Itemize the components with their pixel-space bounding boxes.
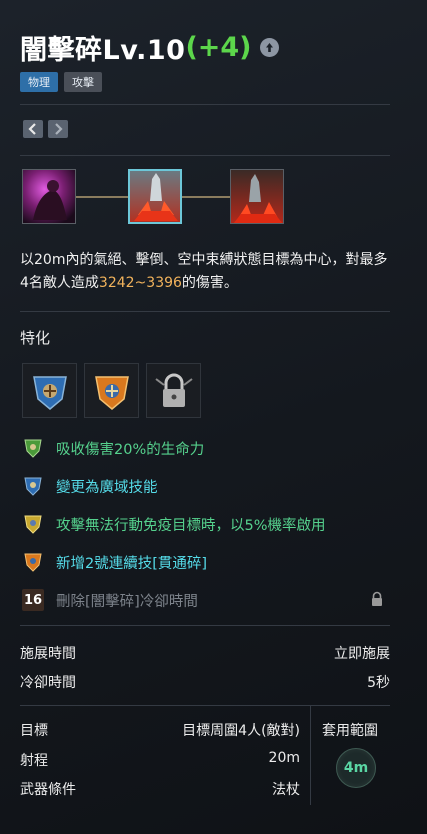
skill-chain [22,169,286,225]
cooldown-row: 冷卻時間 5秒 [20,672,390,692]
skill-tooltip-panel: 闇擊碎Lv.10 (+4) 物理 攻擊 以20m內的氣絕、擊倒、空中束縛狀態目標… [0,0,427,834]
area-range-badge: 4m [336,748,376,788]
next-arrow-button[interactable] [48,120,68,138]
blue-shield-icon [24,477,42,496]
divider [20,705,390,706]
spec-effect-item: 變更為廣域技能 [22,475,392,497]
tag-attack: 攻擊 [64,72,102,92]
upgrade-arrow-icon[interactable] [259,38,279,57]
cooldown-value: 5秒 [367,675,390,691]
skill-icon-dark-smash[interactable] [128,169,182,224]
lock-icon [372,591,382,606]
spec-effect-item: 吸收傷害20%的生命力 [22,437,392,459]
target-row: 目標 目標周圍4人(敵對) [20,720,300,740]
divider [20,625,390,626]
range-row: 射程 20m [20,750,300,770]
chevron-left-icon [28,123,36,135]
orange-shield-icon [24,553,42,572]
spec-effect-text: 新增2號連續技[貫通碎] [56,555,208,572]
range-value: 20m [268,750,300,766]
divider [20,155,390,156]
blue-shield-spec-icon[interactable] [22,363,77,418]
spec-effect-text: 攻擊無法行動免疫目標時，以5%機率啟用 [56,517,326,534]
divider [20,311,390,312]
cast-time-value: 立即施展 [334,646,390,662]
area-label: 套用範圍 [322,723,378,739]
chain-connector [76,196,130,198]
skill-icon-dark-grab[interactable] [22,169,76,224]
spec-effect-item: 新增2號連續技[貫通碎] [22,551,392,573]
spec-effect-text: 吸收傷害20%的生命力 [56,441,205,458]
prev-arrow-button[interactable] [23,120,43,138]
weapon-label: 武器條件 [20,782,76,798]
spec-effect-item: 攻擊無法行動免疫目標時，以5%機率啟用 [22,513,392,535]
target-value: 目標周圍4人(敵對) [182,723,300,739]
spec-effect-text: 刪除[闇擊碎]冷卻時間 [56,593,198,610]
description-text-end: 的傷害。 [181,275,238,291]
specialization-icons [22,363,201,418]
chevron-right-icon [55,123,63,135]
yellow-shield-icon [24,515,42,534]
green-shield-icon [24,439,42,458]
column-divider [310,705,311,805]
skill-nav [23,120,68,138]
skill-description: 以20m內的氣絕、擊倒、空中束縛狀態目標為中心，對最多4名敵人造成3242~33… [20,249,390,295]
range-label: 射程 [20,753,48,769]
skill-bonus-level: (+4) [185,32,252,63]
weapon-value: 法杖 [272,782,300,798]
skill-icon-piercing-smash[interactable] [230,169,284,224]
padlock-spec-icon[interactable] [146,363,201,418]
chain-connector [182,196,232,198]
tag-physical: 物理 [20,72,58,92]
spec-effect-item-locked: 16 刪除[闇擊碎]冷卻時間 [22,589,392,611]
skill-title-row: 闇擊碎Lv.10 (+4) [20,28,279,67]
cooldown-label: 冷卻時間 [20,675,76,691]
required-level-badge: 16 [22,589,44,611]
specialization-label: 特化 [20,329,51,347]
orange-shield-spec-icon[interactable] [84,363,139,418]
spec-effect-text: 變更為廣域技能 [56,479,158,496]
divider [20,104,390,105]
cast-time-row: 施展時間 立即施展 [20,643,390,663]
cast-time-label: 施展時間 [20,646,76,662]
skill-tags: 物理 攻擊 [20,72,102,92]
target-label: 目標 [20,723,48,739]
damage-range: 3242~3396 [98,275,182,291]
skill-name: 闇擊碎Lv.10 [20,35,186,66]
weapon-row: 武器條件 法杖 [20,779,300,799]
